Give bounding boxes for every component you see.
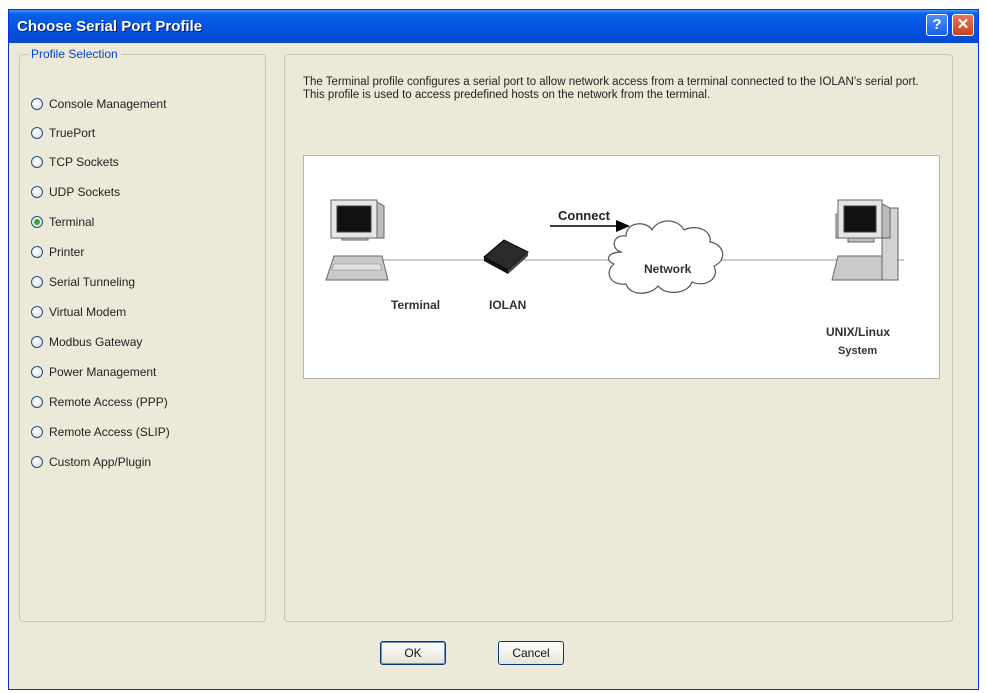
radio-remote-access-ppp[interactable]: Remote Access (PPP): [31, 394, 168, 410]
radio-label: UDP Sockets: [49, 185, 121, 199]
radio-virtual-modem[interactable]: Virtual Modem: [31, 304, 126, 320]
profile-description: The Terminal profile configures a serial…: [303, 76, 919, 101]
network-cloud-icon: [607, 220, 724, 294]
system-label: System: [838, 345, 877, 357]
radio-label: Console Management: [49, 97, 167, 111]
radio-button[interactable]: [31, 276, 43, 288]
close-icon[interactable]: ✕: [952, 14, 974, 36]
title-bar[interactable]: Choose Serial Port Profile ? ✕: [9, 10, 978, 43]
radio-button[interactable]: [31, 366, 43, 378]
radio-label: Remote Access (SLIP): [49, 425, 170, 439]
network-label: Network: [644, 262, 692, 276]
radio-tcp-sockets[interactable]: TCP Sockets: [31, 154, 119, 170]
diagram-canvas: Connect Network Terminal IOLAN UNIX/Linu…: [325, 199, 904, 357]
radio-button[interactable]: [31, 336, 43, 348]
radio-udp-sockets[interactable]: UDP Sockets: [31, 184, 120, 200]
radio-button-checked[interactable]: [31, 216, 43, 228]
help-icon[interactable]: ?: [926, 14, 948, 36]
unix-system-icon: [831, 199, 899, 281]
radio-button[interactable]: [31, 426, 43, 438]
ok-button[interactable]: OK: [380, 641, 446, 665]
window-title: Choose Serial Port Profile: [17, 18, 203, 35]
profile-selection-legend: Profile Selection: [28, 47, 121, 61]
radio-serial-tunneling[interactable]: Serial Tunneling: [31, 274, 135, 290]
radio-button[interactable]: [31, 98, 43, 110]
radio-label: Power Management: [49, 365, 157, 379]
radio-button[interactable]: [31, 186, 43, 198]
radio-trueport[interactable]: TruePort: [31, 125, 95, 141]
radio-power-management[interactable]: Power Management: [31, 364, 156, 380]
radio-printer[interactable]: Printer: [31, 244, 84, 260]
radio-label: Terminal: [49, 215, 95, 229]
radio-button[interactable]: [31, 306, 43, 318]
connect-label: Connect: [558, 208, 611, 223]
profile-diagram: Connect Network Terminal IOLAN UNIX/Linu…: [303, 155, 940, 379]
radio-remote-access-slip[interactable]: Remote Access (SLIP): [31, 424, 170, 440]
radio-label: Serial Tunneling: [49, 275, 136, 289]
radio-label: Modbus Gateway: [49, 335, 143, 349]
terminal-computer-icon: [325, 199, 389, 281]
radio-button[interactable]: [31, 396, 43, 408]
unix-linux-label: UNIX/Linux: [826, 325, 890, 339]
radio-label: Remote Access (PPP): [49, 395, 168, 409]
radio-button[interactable]: [31, 246, 43, 258]
radio-label: Printer: [49, 245, 85, 259]
radio-label: TruePort: [49, 126, 96, 140]
terminal-label: Terminal: [391, 298, 440, 312]
iolan-label: IOLAN: [489, 298, 526, 312]
radio-button[interactable]: [31, 127, 43, 139]
radio-label: TCP Sockets: [49, 155, 119, 169]
radio-label: Virtual Modem: [49, 305, 127, 319]
radio-button[interactable]: [31, 156, 43, 168]
radio-terminal[interactable]: Terminal: [31, 214, 94, 230]
iolan-device-icon: [483, 239, 529, 274]
radio-label: Custom App/Plugin: [49, 455, 152, 469]
radio-custom-app-plugin[interactable]: Custom App/Plugin: [31, 454, 151, 470]
radio-modbus-gateway[interactable]: Modbus Gateway: [31, 334, 142, 350]
radio-button[interactable]: [31, 456, 43, 468]
radio-console-management[interactable]: Console Management: [31, 96, 166, 112]
cancel-button[interactable]: Cancel: [498, 641, 564, 665]
